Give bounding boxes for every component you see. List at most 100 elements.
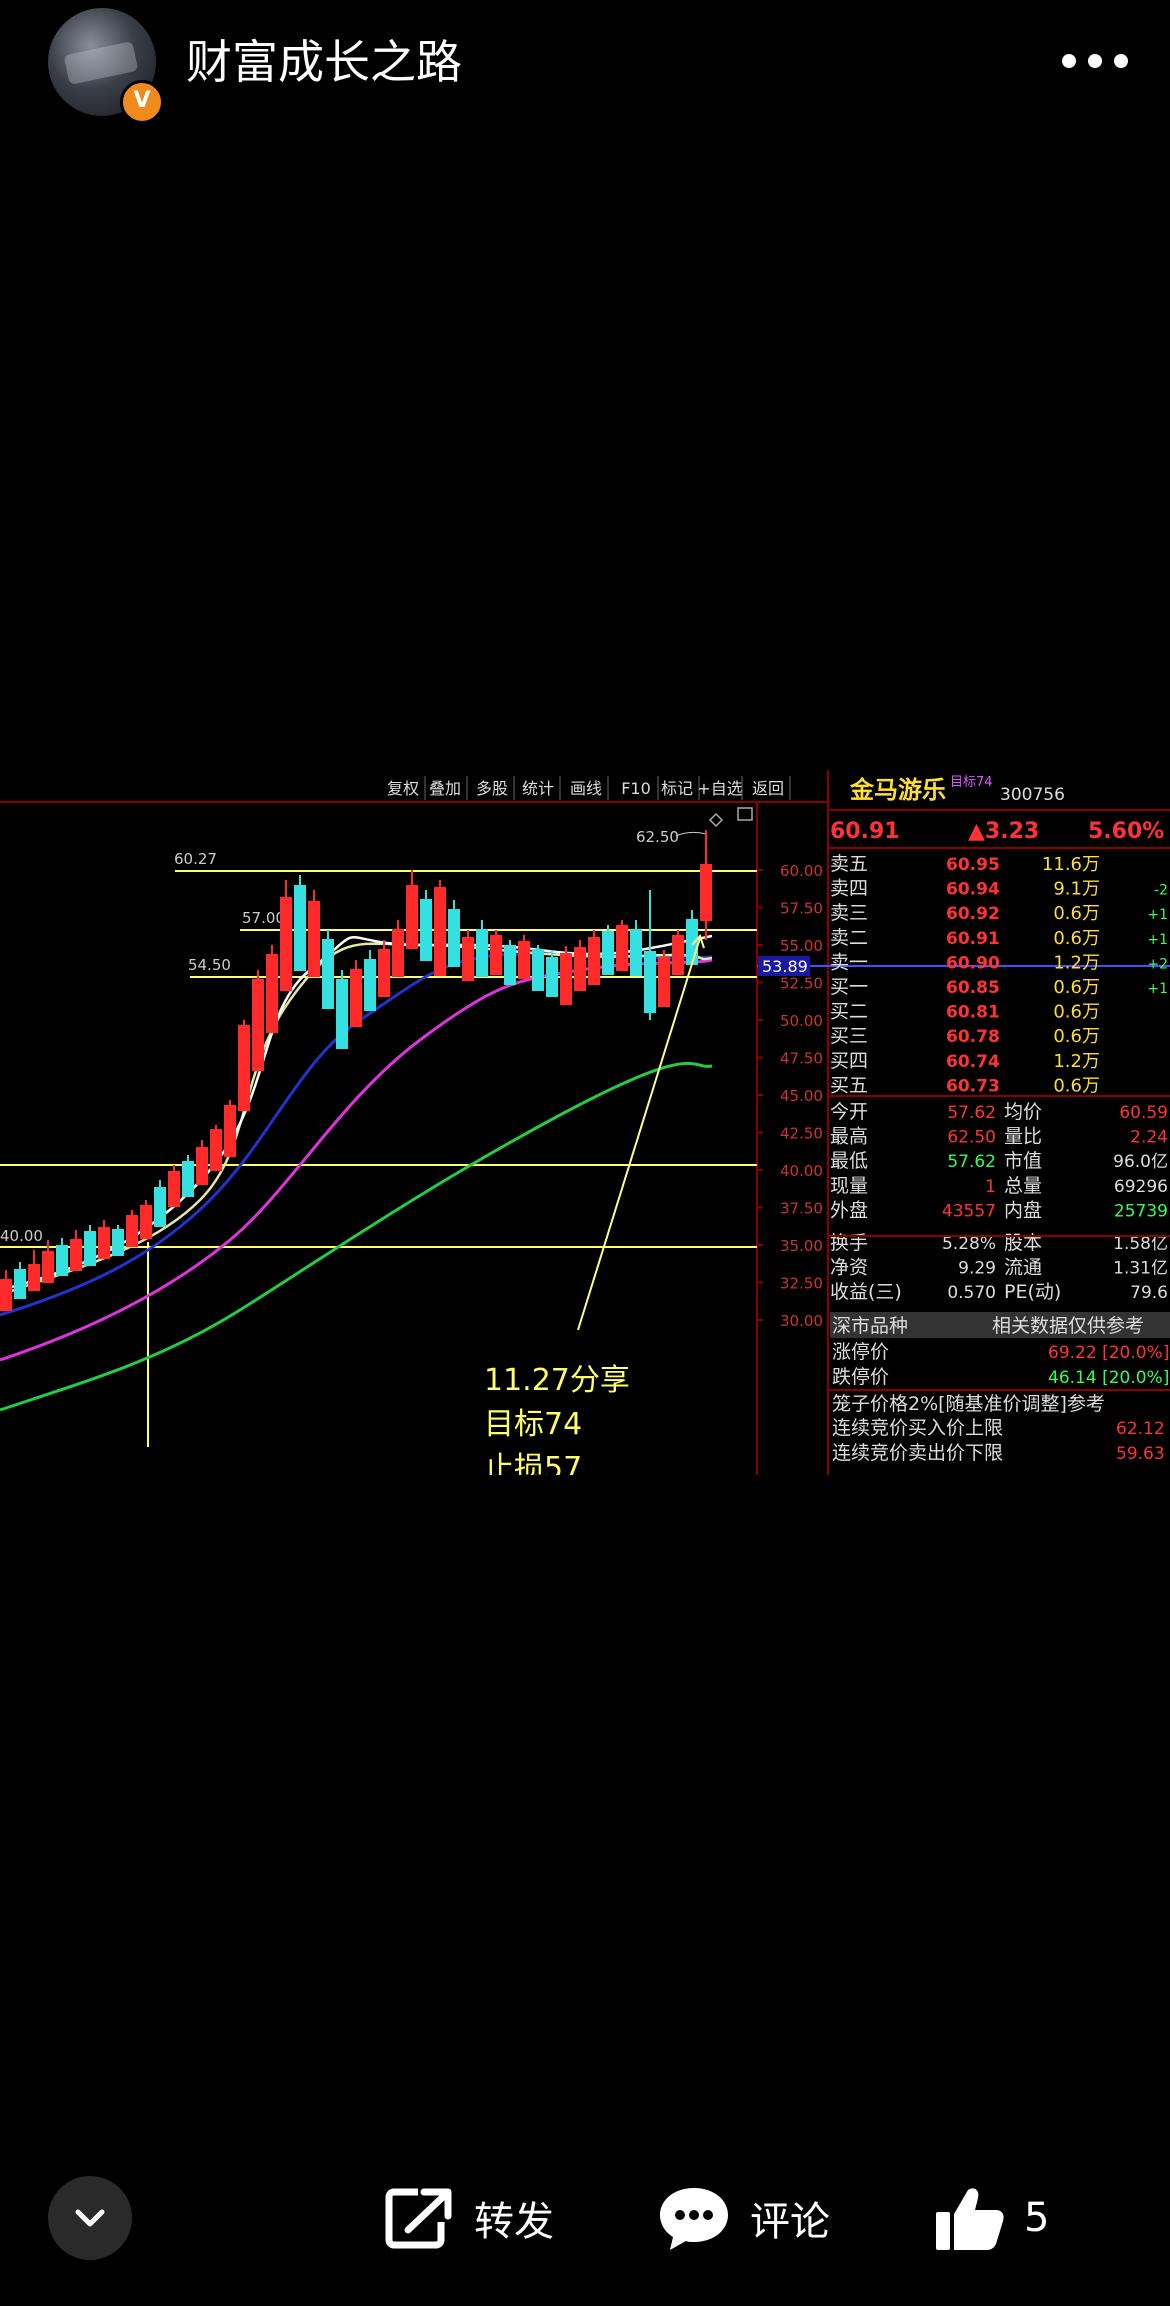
orderbook-label: 买三	[830, 1025, 868, 1047]
orderbook-label: 卖三	[830, 902, 868, 924]
orderbook-price: 60.92	[946, 904, 1000, 924]
candlestick	[322, 939, 334, 1009]
toolbar-item[interactable]: 复权	[387, 779, 419, 798]
orderbook-volume: 9.1万	[1053, 879, 1100, 900]
orderbook-volume: 0.6万	[1053, 903, 1100, 924]
orderbook-volume: 11.6万	[1042, 854, 1100, 875]
candlestick	[644, 951, 656, 1013]
like-button[interactable]: 5	[934, 2188, 1049, 2250]
axis-tick-label: 47.50	[780, 1050, 823, 1068]
stock-code: 300756	[1000, 785, 1065, 805]
candlestick	[70, 1239, 82, 1271]
axis-tick-label: 32.50	[780, 1275, 823, 1293]
axis-tick-label: 42.50	[780, 1125, 823, 1143]
collapse-button[interactable]	[48, 2176, 132, 2260]
toolbar-item[interactable]: 画线	[570, 779, 602, 798]
stat-value: 69296	[1114, 1177, 1168, 1197]
orderbook-label: 买五	[830, 1074, 868, 1096]
candlestick	[630, 929, 642, 976]
stat-value: 43557	[942, 1201, 996, 1221]
stat-value: 9.29	[958, 1259, 996, 1279]
orderbook-volume: 1.2万	[1053, 1051, 1100, 1072]
orderbook-volume: 0.6万	[1053, 1026, 1100, 1047]
stat-label: 外盘	[830, 1199, 868, 1221]
toolbar-item[interactable]: 标记	[661, 779, 693, 798]
stat-value: 57.62	[947, 1103, 996, 1123]
stat-label: 总量	[1004, 1175, 1042, 1197]
stock-change: ▲3.23	[968, 819, 1039, 844]
toolbar-item[interactable]: 多股	[476, 779, 508, 798]
orderbook-price: 60.91	[946, 929, 1000, 949]
candlestick	[504, 945, 516, 985]
annotation-line: 目标74	[484, 1407, 582, 1442]
orderbook-volume: 0.6万	[1053, 1075, 1100, 1096]
candlestick	[154, 1187, 166, 1227]
orderbook-delta: +1	[1147, 907, 1168, 923]
limit-down-label: 跌停价	[832, 1366, 889, 1388]
candlestick	[602, 931, 614, 975]
stat-label: 最高	[830, 1126, 868, 1148]
stat-value: 57.62	[947, 1152, 996, 1172]
level-label: 40.00	[0, 1227, 43, 1245]
stock-stats: 今开 57.62 均价 60.59 最高 62.50 量比 2.24 最低 57.62 市值 96.0…	[830, 1101, 1168, 1303]
candlestick	[98, 1227, 110, 1259]
candlestick	[462, 937, 474, 981]
stat-label: 流通	[1004, 1257, 1042, 1279]
candlestick	[84, 1231, 96, 1266]
candlestick	[168, 1171, 180, 1207]
thumbs-up-icon	[936, 2188, 1004, 2250]
username[interactable]: 财富成长之路	[186, 34, 462, 90]
stock-change-pct: 5.60%	[1088, 819, 1164, 844]
toolbar-item[interactable]: 叠加	[429, 779, 461, 798]
candlestick	[280, 897, 292, 991]
auction-sell-value: 59.63	[1116, 1444, 1165, 1464]
candlestick	[140, 1205, 152, 1239]
stat-label: 现量	[830, 1175, 868, 1197]
limit-down-value: 46.14 [20.0%]	[1048, 1368, 1169, 1388]
toolbar-item[interactable]: F10	[621, 779, 651, 798]
stat-label: 内盘	[1004, 1199, 1042, 1221]
candlestick	[224, 1105, 236, 1157]
toolbar-item[interactable]: 统计	[522, 779, 554, 798]
level-label: 57.00	[242, 909, 285, 927]
candlestick	[490, 935, 502, 975]
candlestick	[588, 937, 600, 985]
axis-tick-label: 35.00	[780, 1237, 823, 1255]
orderbook-label: 买一	[830, 976, 868, 998]
orderbook-price: 60.85	[946, 978, 1000, 998]
candlestick	[616, 925, 628, 971]
stat-label: 均价	[1004, 1101, 1042, 1123]
comment-button[interactable]: 评论	[656, 2188, 830, 2250]
stat-label: 最低	[830, 1150, 868, 1172]
limit-up-label: 涨停价	[832, 1341, 889, 1363]
stat-value: 0.570	[947, 1283, 996, 1303]
axis-tick-label: 55.00	[780, 937, 823, 955]
window-icon[interactable]	[737, 807, 753, 821]
axis-tick-label: 40.00	[780, 1162, 823, 1180]
orderbook-label: 买四	[830, 1050, 868, 1072]
toolbar-item[interactable]: +自选	[697, 779, 742, 798]
more-options-icon[interactable]	[1062, 48, 1134, 76]
price-axis: 60.00 57.50 55.00 52.50 50.00 47.50 45.00 42.50…	[757, 862, 823, 1330]
candlestick	[392, 929, 404, 977]
candlestick	[28, 1264, 40, 1291]
stat-value: 25739	[1114, 1201, 1168, 1221]
candlestick	[56, 1245, 68, 1276]
auction-sell-label: 连续竞价卖出价下限	[832, 1442, 1003, 1464]
orderbook-delta: -2	[1154, 883, 1168, 899]
toolbar-item[interactable]: 返回	[752, 779, 784, 798]
comment-label: 评论	[750, 2199, 830, 2245]
verified-badge-icon: V	[120, 80, 164, 124]
stock-chart-screenshot: 复权 叠加 多股 统计 画线 F10 标记 +自选 返回 60.00 57.50 55.00 52.5…	[0, 770, 1170, 1475]
candlestick	[266, 954, 278, 1033]
candlestick	[238, 1025, 250, 1111]
diamond-icon[interactable]	[708, 812, 724, 828]
axis-tick-label: 45.00	[780, 1087, 823, 1105]
candlestick	[434, 887, 446, 976]
candlestick	[476, 929, 488, 977]
chevron-down-icon	[75, 2209, 105, 2227]
stat-value: 96.0亿	[1113, 1152, 1168, 1172]
repost-button[interactable]: 转发	[384, 2188, 554, 2249]
axis-tick-label: 57.50	[780, 900, 823, 918]
orderbook-label: 卖四	[830, 878, 868, 900]
